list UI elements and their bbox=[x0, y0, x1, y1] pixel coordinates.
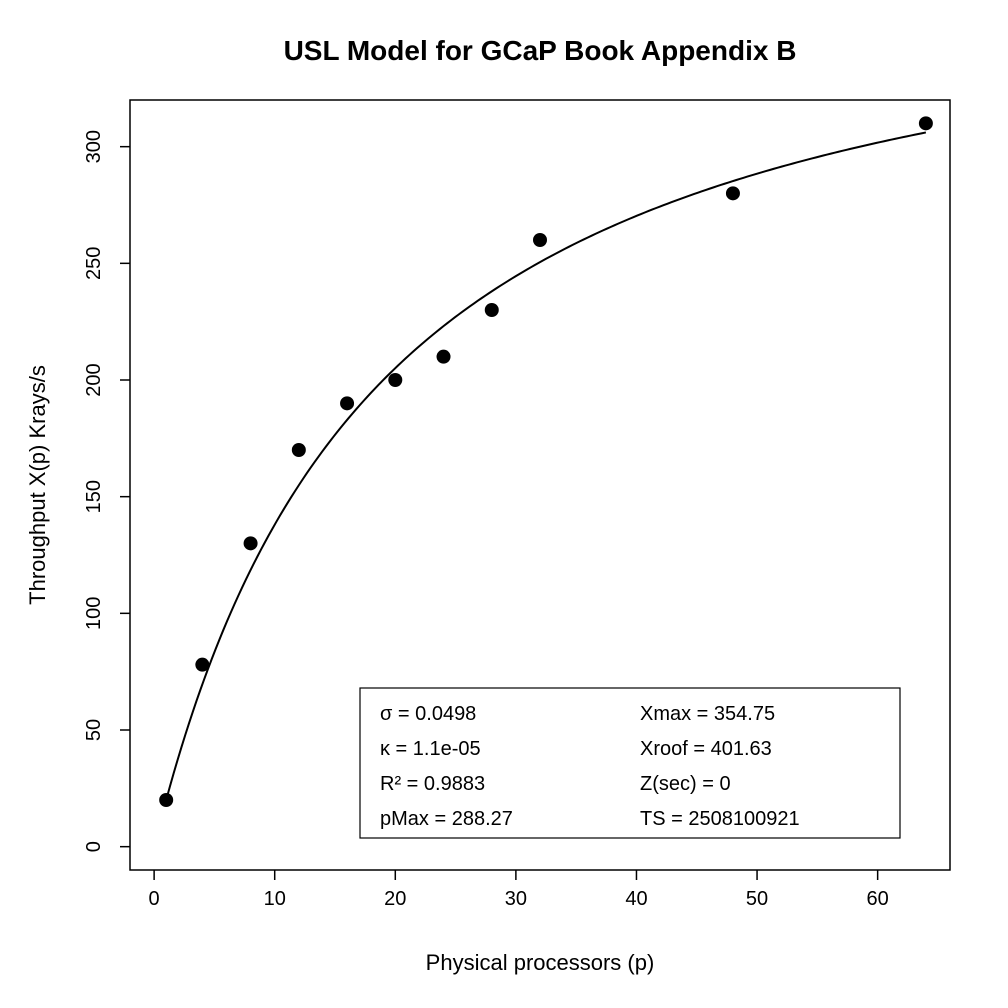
data-point bbox=[244, 536, 258, 550]
legend-ts: TS = 2508100921 bbox=[640, 808, 800, 830]
y-tick-label: 150 bbox=[83, 480, 105, 513]
chart-container: USL Model for GCaP Book Appendix B 0 10 20… bbox=[0, 0, 1008, 1008]
data-point bbox=[485, 303, 499, 317]
data-point bbox=[726, 186, 740, 200]
data-point bbox=[919, 116, 933, 130]
data-points bbox=[159, 116, 933, 807]
x-axis-label: Physical processors (p) bbox=[426, 950, 655, 975]
x-axis-ticks: 0 10 20 30 40 50 60 bbox=[149, 870, 889, 910]
x-tick-label: 30 bbox=[505, 888, 527, 910]
y-tick-label: 300 bbox=[83, 130, 105, 163]
y-tick-label: 250 bbox=[83, 247, 105, 280]
data-point bbox=[437, 350, 451, 364]
y-tick-label: 200 bbox=[83, 363, 105, 396]
chart-title: USL Model for GCaP Book Appendix B bbox=[284, 35, 797, 66]
data-point bbox=[195, 658, 209, 672]
x-tick-label: 60 bbox=[867, 888, 889, 910]
legend-pmax: pMax = 288.27 bbox=[380, 808, 513, 830]
y-tick-label: 50 bbox=[83, 719, 105, 741]
x-tick-label: 20 bbox=[384, 888, 406, 910]
plot-border bbox=[130, 100, 950, 870]
legend-zsec: Z(sec) = 0 bbox=[640, 773, 731, 795]
usl-fit-curve bbox=[166, 132, 926, 800]
data-point bbox=[292, 443, 306, 457]
chart-svg: USL Model for GCaP Book Appendix B 0 10 20… bbox=[0, 0, 1008, 1008]
data-point bbox=[388, 373, 402, 387]
legend-sigma: σ = 0.0498 bbox=[380, 703, 476, 725]
data-point bbox=[159, 793, 173, 807]
y-axis-label: Throughput X(p) Krays/s bbox=[25, 365, 50, 605]
x-tick-label: 0 bbox=[149, 888, 160, 910]
legend-box: σ = 0.0498 κ = 1.1e-05 R² = 0.9883 pMax … bbox=[360, 688, 900, 838]
legend-r2: R² = 0.9883 bbox=[380, 773, 485, 795]
y-axis-ticks: 0 50 100 150 200 250 300 bbox=[83, 130, 130, 852]
x-tick-label: 40 bbox=[625, 888, 647, 910]
x-tick-label: 10 bbox=[264, 888, 286, 910]
data-point bbox=[340, 396, 354, 410]
legend-kappa: κ = 1.1e-05 bbox=[380, 738, 481, 760]
x-tick-label: 50 bbox=[746, 888, 768, 910]
legend-xroof: Xroof = 401.63 bbox=[640, 738, 772, 760]
y-tick-label: 0 bbox=[83, 841, 105, 852]
legend-xmax: Xmax = 354.75 bbox=[640, 703, 775, 725]
y-tick-label: 100 bbox=[83, 597, 105, 630]
data-point bbox=[533, 233, 547, 247]
